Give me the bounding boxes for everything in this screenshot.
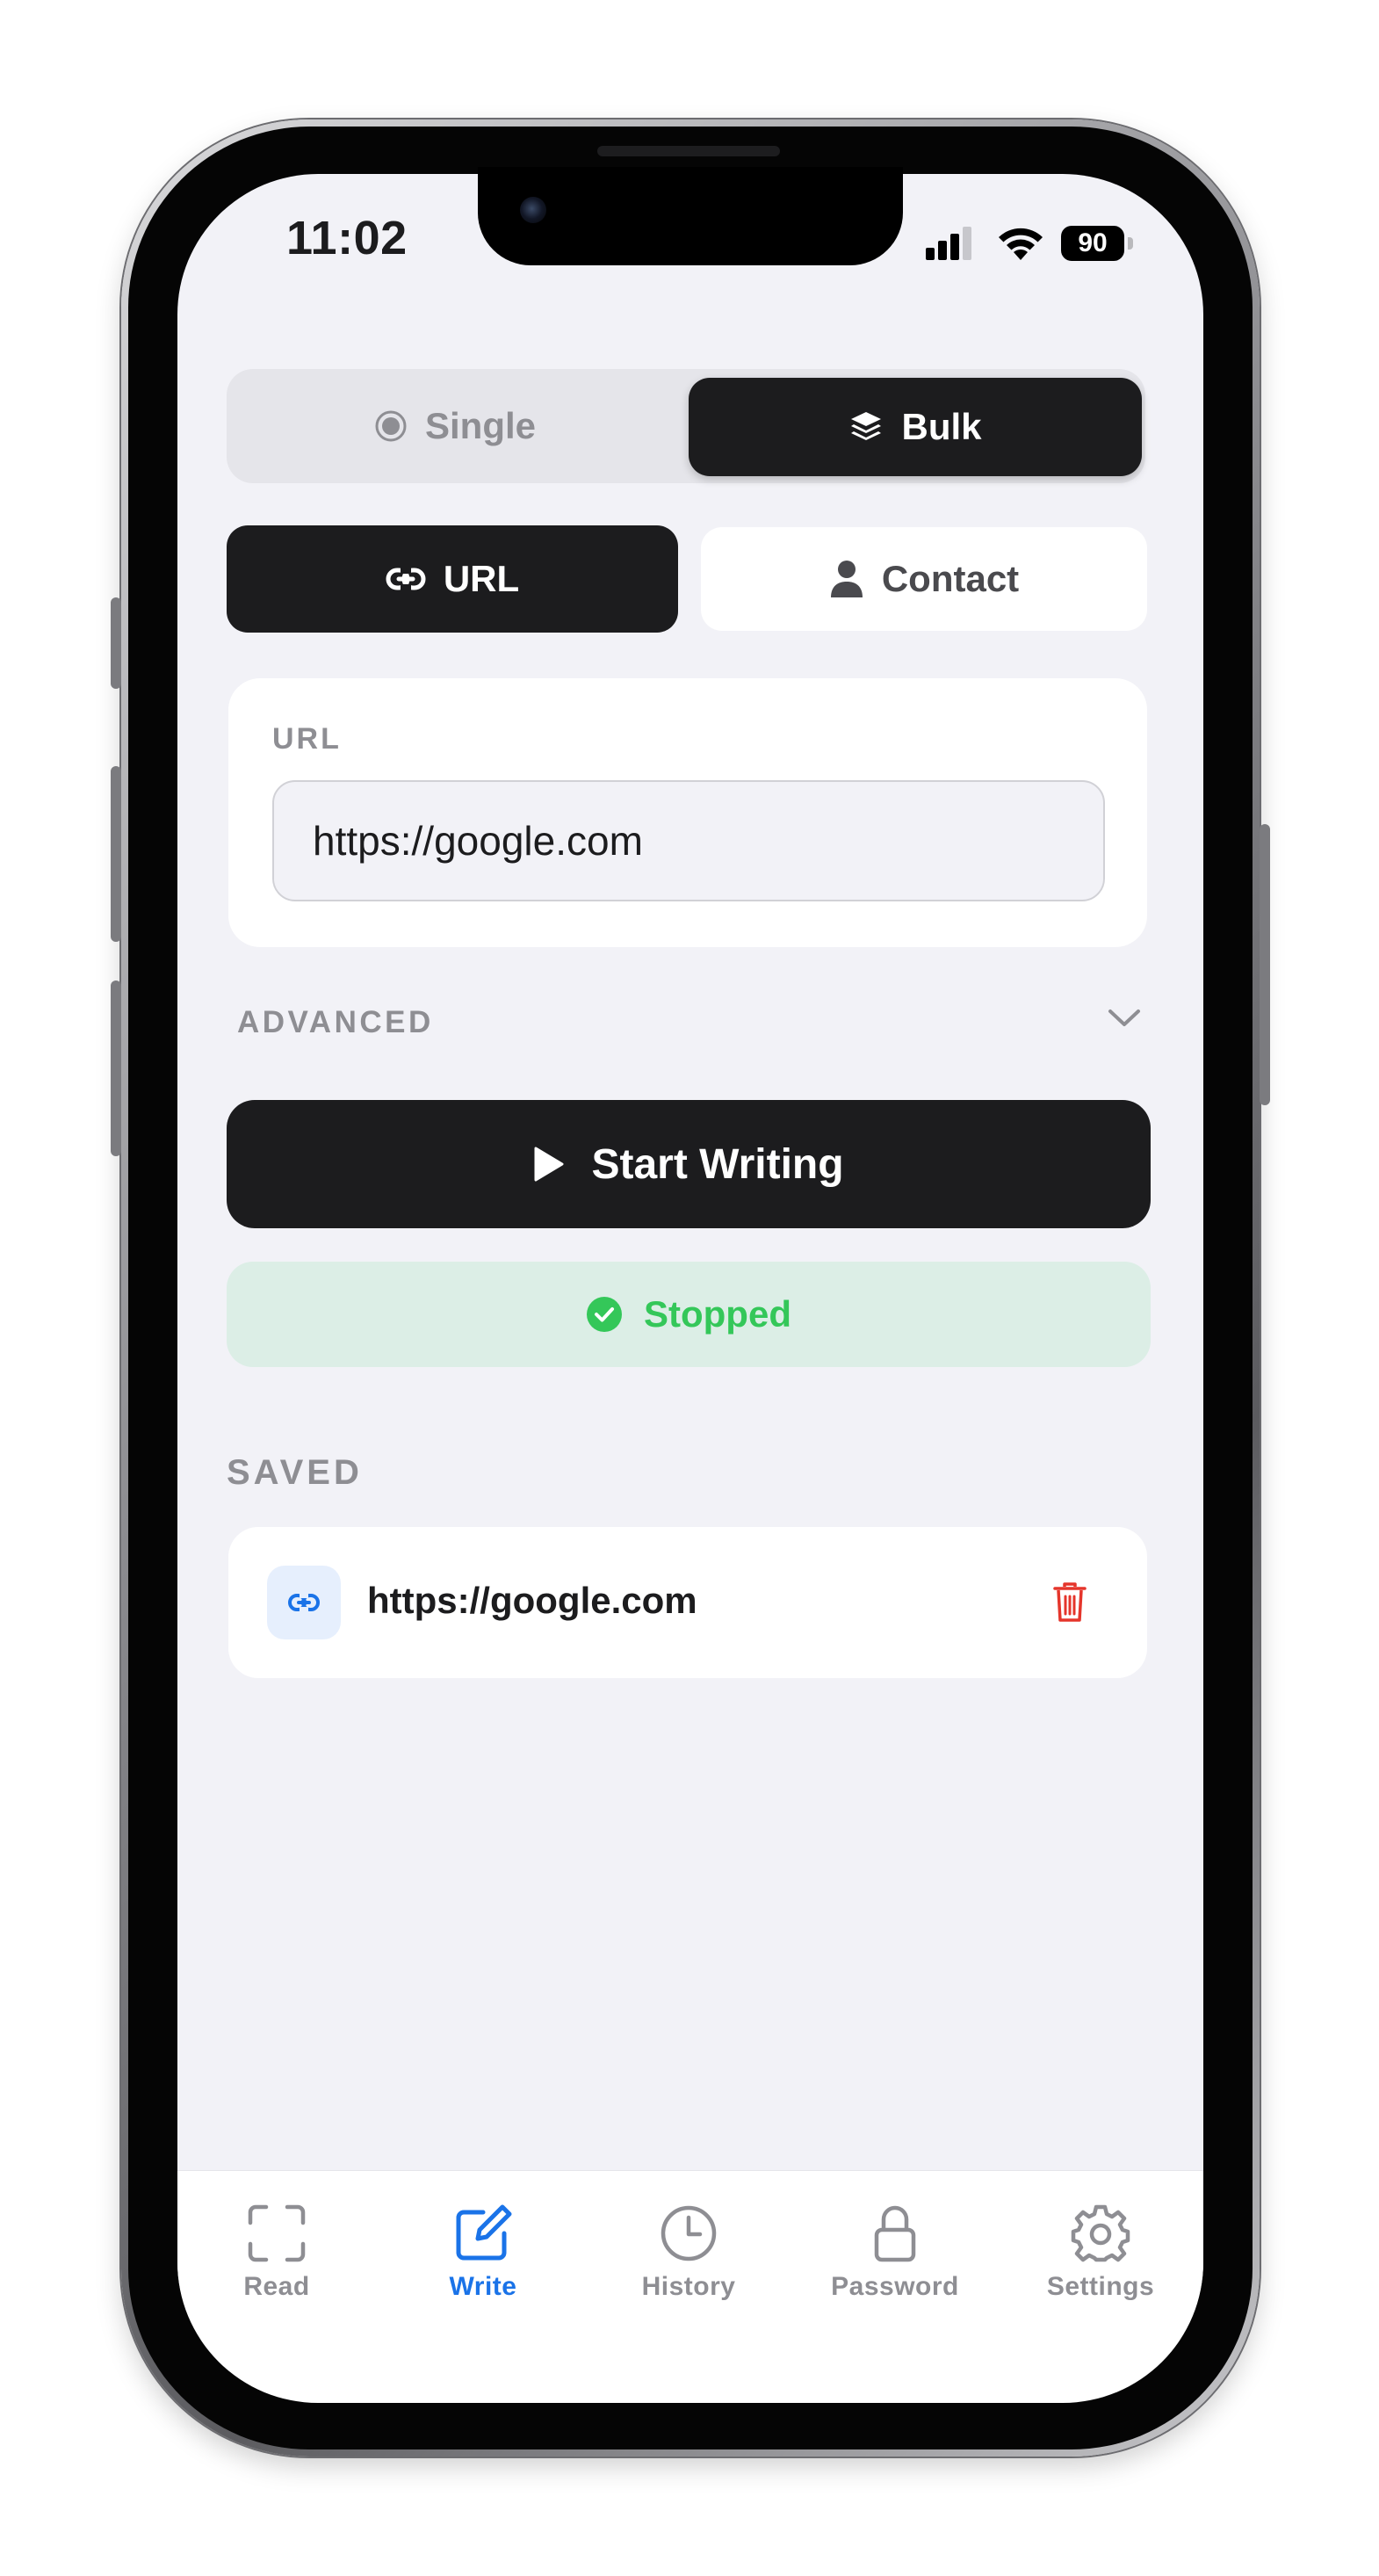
status-time: 11:02 xyxy=(286,212,408,264)
play-icon xyxy=(534,1147,564,1182)
tab-settings-label: Settings xyxy=(1046,2272,1155,2301)
status-text: Stopped xyxy=(644,1293,791,1335)
power-button xyxy=(1260,824,1270,1105)
volume-up-button xyxy=(111,766,121,942)
battery-icon: 90 xyxy=(1061,226,1124,261)
advanced-label: ADVANCED xyxy=(237,1005,434,1039)
gear-icon xyxy=(1071,2204,1130,2262)
delete-saved-button[interactable] xyxy=(1045,1578,1094,1627)
earpiece-speaker xyxy=(597,146,780,156)
volume-down-button xyxy=(111,980,121,1156)
link-icon xyxy=(386,567,426,591)
tab-password[interactable]: Password xyxy=(816,2203,974,2309)
tab-read-label: Read xyxy=(243,2272,310,2301)
cellular-signal-icon xyxy=(926,227,971,260)
person-icon xyxy=(830,561,863,597)
bulk-mode-label: Bulk xyxy=(901,406,982,447)
url-field-label: URL xyxy=(272,722,342,756)
front-camera xyxy=(520,197,546,223)
tab-history-label: History xyxy=(641,2272,736,2301)
compose-icon xyxy=(456,2204,512,2261)
single-mode-label: Single xyxy=(424,405,537,446)
chevron-down-icon xyxy=(1108,1009,1140,1026)
layers-icon xyxy=(851,412,882,440)
radio-dot-icon xyxy=(375,410,407,442)
start-writing-button[interactable]: Start Writing xyxy=(227,1100,1151,1228)
single-mode-button[interactable]: Single xyxy=(227,377,683,475)
contact-type-button[interactable]: Contact xyxy=(701,527,1147,631)
trash-icon xyxy=(1053,1582,1087,1622)
battery-tip xyxy=(1128,237,1133,250)
clock-icon xyxy=(661,2205,717,2261)
tab-write[interactable]: Write xyxy=(404,2203,562,2309)
action-button xyxy=(111,597,121,689)
url-type-button[interactable]: URL xyxy=(227,525,678,633)
bulk-mode-button[interactable]: Bulk xyxy=(689,378,1142,476)
saved-section-heading: SAVED xyxy=(227,1453,363,1492)
tab-settings[interactable]: Settings xyxy=(1022,2203,1180,2309)
tab-read[interactable]: Read xyxy=(198,2203,356,2309)
scan-frame-icon xyxy=(248,2204,306,2262)
lock-icon xyxy=(874,2205,916,2262)
tab-password-label: Password xyxy=(831,2272,959,2301)
saved-item-url: https://google.com xyxy=(367,1580,697,1621)
wifi-icon xyxy=(999,228,1043,260)
saved-item-link-icon xyxy=(267,1566,341,1639)
tab-history[interactable]: History xyxy=(610,2203,768,2309)
start-writing-label: Start Writing xyxy=(591,1140,844,1188)
tab-write-label: Write xyxy=(449,2272,517,2301)
url-type-label: URL xyxy=(443,558,520,599)
contact-type-label: Contact xyxy=(881,558,1020,599)
advanced-toggle[interactable]: ADVANCED xyxy=(237,993,1142,1054)
url-input[interactable] xyxy=(272,780,1105,901)
checkmark-circle-icon xyxy=(587,1297,622,1332)
status-badge: Stopped xyxy=(227,1262,1151,1367)
link-icon xyxy=(288,1592,320,1613)
